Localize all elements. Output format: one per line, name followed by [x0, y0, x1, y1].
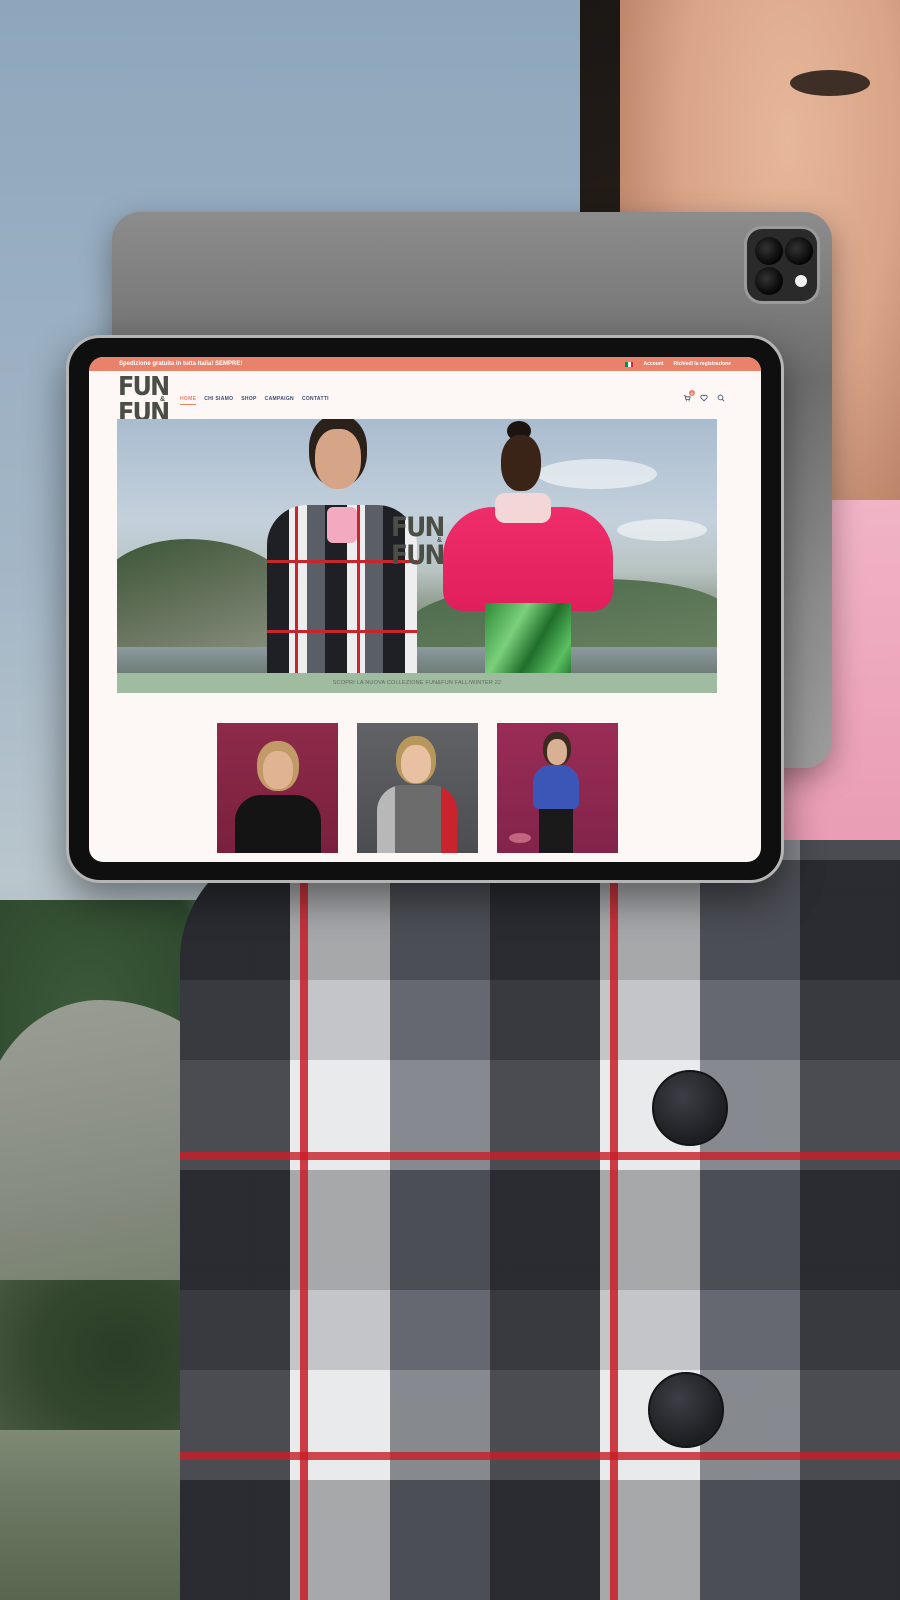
camera-lens [785, 237, 813, 265]
collection-banner[interactable]: SCOPRI LA NUOVA COLLEZIONE FUN&FUN FALL/… [117, 673, 717, 693]
hero-lake [117, 647, 717, 673]
header-icons: 0 [683, 390, 725, 404]
plaid-coat [180, 840, 900, 1600]
model-pink-cardigan [443, 421, 613, 673]
nav-shop[interactable]: SHOP [241, 396, 256, 405]
cart-count-badge: 0 [689, 390, 695, 396]
tablet-front: Spedizione gratuita in tutta Italia! SEM… [66, 335, 784, 883]
coat-button [648, 1372, 724, 1448]
product-grid [217, 723, 618, 853]
nav-campaign[interactable]: CAMPAIGN [265, 396, 294, 405]
hero-image[interactable]: FUN & FUN [117, 419, 717, 673]
search-icon[interactable] [717, 394, 725, 404]
nav-contatti[interactable]: CONTATTI [302, 396, 329, 405]
cart-icon[interactable]: 0 [683, 390, 695, 404]
shipping-notice: Spedizione gratuita in tutta Italia! SEM… [119, 361, 243, 367]
camera-lens [755, 267, 783, 295]
camera-module [744, 226, 820, 304]
heart-icon[interactable] [700, 394, 708, 404]
hero-logo: FUN & FUN [391, 512, 447, 575]
main-nav: HOME CHI SIAMO SHOP CAMPAIGN CONTATTI [180, 396, 329, 405]
product-card[interactable] [357, 723, 478, 853]
account-link[interactable]: Account [643, 361, 663, 367]
hero-logo-word-bottom: FUN [391, 540, 445, 571]
product-card[interactable] [217, 723, 338, 853]
topbar-links: Account Richiedi la registrazione [625, 361, 731, 367]
italy-flag-icon[interactable] [625, 361, 634, 367]
nav-chi-siamo[interactable]: CHI SIAMO [204, 396, 233, 405]
collection-banner-text: SCOPRI LA NUOVA COLLEZIONE FUN&FUN FALL/… [332, 680, 502, 686]
model-eye [790, 70, 870, 96]
announcement-bar: Spedizione gratuita in tutta Italia! SEM… [89, 357, 761, 371]
camera-lens [755, 237, 783, 265]
register-link[interactable]: Richiedi la registrazione [673, 361, 731, 367]
cloud [617, 519, 707, 541]
coat-button [652, 1070, 728, 1146]
website-screen: Spedizione gratuita in tutta Italia! SEM… [89, 357, 761, 862]
camera-flash [795, 275, 807, 287]
hero-logo-word-top: FUN [391, 512, 445, 543]
product-card[interactable] [497, 723, 618, 853]
nav-home[interactable]: HOME [180, 396, 197, 405]
